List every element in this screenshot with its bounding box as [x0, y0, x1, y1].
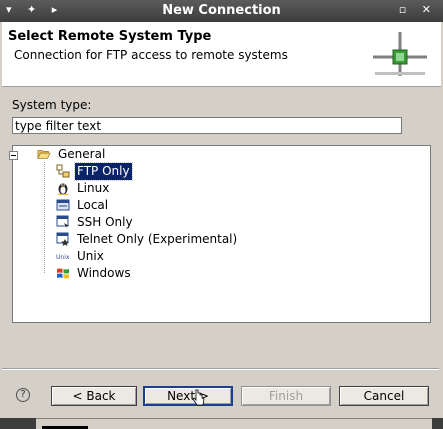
- tree-node-label: General: [58, 147, 106, 161]
- filter-input[interactable]: [12, 117, 402, 134]
- tree-item-label: Linux: [77, 181, 110, 195]
- finish-button: Finish: [241, 386, 331, 406]
- window-controls[interactable]: ▫ ✕: [399, 3, 437, 16]
- background-window-strip: [0, 418, 443, 429]
- tree-item-label: SSH Only: [77, 215, 133, 229]
- local-system-icon: [56, 199, 70, 211]
- system-type-label: System type:: [12, 98, 92, 112]
- windows-icon: [57, 268, 69, 279]
- button-bar-separator: [2, 368, 439, 370]
- window-titlebar[interactable]: ▾ ✦ ▸ New Connection ▫ ✕: [0, 0, 443, 22]
- mouse-cursor-icon: [192, 389, 205, 406]
- window-title: New Connection: [162, 3, 281, 18]
- page-description: Connection for FTP access to remote syst…: [14, 48, 288, 62]
- svg-text:Unix: Unix: [56, 254, 70, 261]
- back-button[interactable]: < Back: [51, 386, 137, 406]
- unix-icon: Unix: [56, 254, 70, 261]
- tree-item-label: Telnet Only (Experimental): [77, 232, 238, 246]
- tree-item-label: FTP Only: [74, 162, 133, 181]
- wizard-header: Select Remote System Type Connection for…: [2, 22, 441, 87]
- folder-open-icon: [37, 150, 51, 159]
- tree-item-label: Unix: [77, 249, 104, 263]
- penguin-icon: [58, 183, 68, 195]
- tree-item-label: Windows: [77, 266, 131, 280]
- telnet-icon: [56, 232, 69, 246]
- help-icon[interactable]: ?: [16, 388, 30, 402]
- next-button[interactable]: Next >: [143, 386, 233, 406]
- tree-guide-line: [44, 162, 45, 274]
- cancel-button[interactable]: Cancel: [339, 386, 429, 406]
- background-window-panel: [36, 418, 432, 429]
- network-connection-icon: [373, 32, 427, 76]
- ftp-icon: [56, 164, 70, 178]
- tree-item-label: Local: [77, 198, 109, 212]
- page-title: Select Remote System Type: [8, 29, 212, 44]
- ssh-icon: [56, 215, 69, 229]
- tree-collapse-toggle[interactable]: [9, 151, 18, 160]
